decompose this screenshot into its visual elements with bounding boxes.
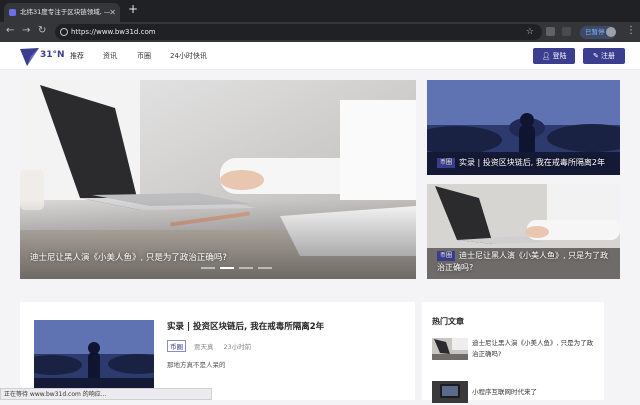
article-title[interactable]: 实录 | 投资区块链后, 我在戒毒所隔离2年 [167, 320, 324, 332]
side-card-bottom-caption[interactable]: 币圈 迪士尼让黑人演《小美人鱼》, 只是为了政治正确吗? [437, 250, 610, 274]
profile-avatar[interactable] [606, 27, 616, 37]
hot-articles-heading: 热门文章 [432, 317, 464, 326]
user-icon: 👤︎ [541, 52, 553, 60]
hero-image [20, 80, 416, 279]
back-icon[interactable]: ← [6, 25, 14, 36]
carousel-dot[interactable] [220, 267, 234, 269]
nav-coin[interactable]: 币圈 [137, 42, 151, 70]
side-card-bottom[interactable]: 币圈 迪士尼让黑人演《小美人鱼》, 只是为了政治正确吗? [427, 184, 620, 279]
carousel-dot[interactable] [258, 267, 272, 269]
side-card-top[interactable]: 币圈 实录 | 投资区块链后, 我在戒毒所隔离2年 [427, 80, 620, 175]
register-button[interactable]: ✎ 注册 [583, 48, 625, 64]
hot-article-thumbnail[interactable] [432, 338, 468, 360]
article-time: 23小时前 [223, 343, 252, 351]
hot-article-title[interactable]: 迪士尼让黑人演《小美人鱼》, 只是为了政治正确吗? [472, 338, 597, 360]
edit-icon: ✎ [592, 52, 602, 60]
url-text: https://www.bw31d.com [71, 28, 156, 36]
tab-title: 北纬31度专注于区块链领域, — [20, 8, 111, 16]
address-bar[interactable]: https://www.bw31d.com ☆ [55, 24, 542, 40]
article-tag[interactable]: 币圈 [167, 340, 186, 352]
article-author[interactable]: 贾天真 [194, 343, 214, 351]
article-excerpt: 那地方真不是人呆的 [167, 361, 226, 369]
nav-flash-news[interactable]: 24小时快讯 [170, 42, 207, 70]
carousel-dot[interactable] [239, 267, 253, 269]
extension-icon[interactable] [562, 27, 571, 36]
site-favicon-icon [9, 9, 16, 16]
carousel-dot[interactable] [201, 267, 215, 269]
article-meta: 币圈 贾天真 23小时前 [167, 340, 251, 352]
reload-icon[interactable]: ↻ [38, 25, 46, 36]
extension-icon[interactable] [546, 27, 555, 36]
carousel-indicators [201, 254, 277, 273]
login-button[interactable]: 👤︎ 登陆 [533, 48, 575, 64]
hot-article-title[interactable]: 小程序互联网时代来了 [472, 387, 597, 398]
hot-articles-panel: 热门文章 迪士尼让黑人演《小美人鱼》, 只是为了政治正确吗? 小程序互联网时代来… [422, 302, 604, 403]
close-tab-icon[interactable]: ✕ [109, 3, 116, 22]
bookmark-star-icon[interactable]: ☆ [526, 24, 534, 40]
new-tab-icon[interactable]: + [128, 2, 138, 16]
category-tag[interactable]: 币圈 [437, 251, 456, 261]
browser-status-bar: 正在等待 www.bw31d.com 的响应... [0, 388, 212, 400]
browser-tab-bar: 北纬31度专注于区块链领域, — ✕ + [0, 0, 640, 22]
hot-article-item[interactable]: 迪士尼让黑人演《小美人鱼》, 只是为了政治正确吗? [432, 338, 597, 362]
nav-news[interactable]: 资讯 [103, 42, 117, 70]
browser-toolbar: ← → ↻ https://www.bw31d.com ☆ 已暂停 ⋮ [0, 22, 640, 42]
browser-menu-icon[interactable]: ⋮ [626, 25, 636, 36]
forward-icon[interactable]: → [22, 25, 30, 36]
nav-recommend[interactable]: 推荐 [70, 42, 84, 70]
hero-carousel[interactable]: 迪士尼让黑人演《小美人鱼》, 只是为了政治正确吗? [20, 80, 416, 279]
hot-article-item[interactable]: 小程序互联网时代来了 [432, 381, 597, 405]
side-card-top-caption[interactable]: 币圈 实录 | 投资区块链后, 我在戒毒所隔离2年 [437, 157, 610, 169]
category-tag[interactable]: 币圈 [437, 158, 456, 168]
site-info-icon[interactable] [60, 28, 68, 36]
site-header: 31°N 推荐 资讯 币圈 24小时快讯 👤︎ 登陆 ✎ 注册 [0, 42, 640, 70]
browser-tab[interactable]: 北纬31度专注于区块链领域, — ✕ [4, 3, 120, 22]
logo-text: 31°N [40, 50, 65, 60]
article-list-item[interactable]: 实录 | 投资区块链后, 我在戒毒所隔离2年 币圈 贾天真 23小时前 那地方真不是… [20, 302, 415, 400]
